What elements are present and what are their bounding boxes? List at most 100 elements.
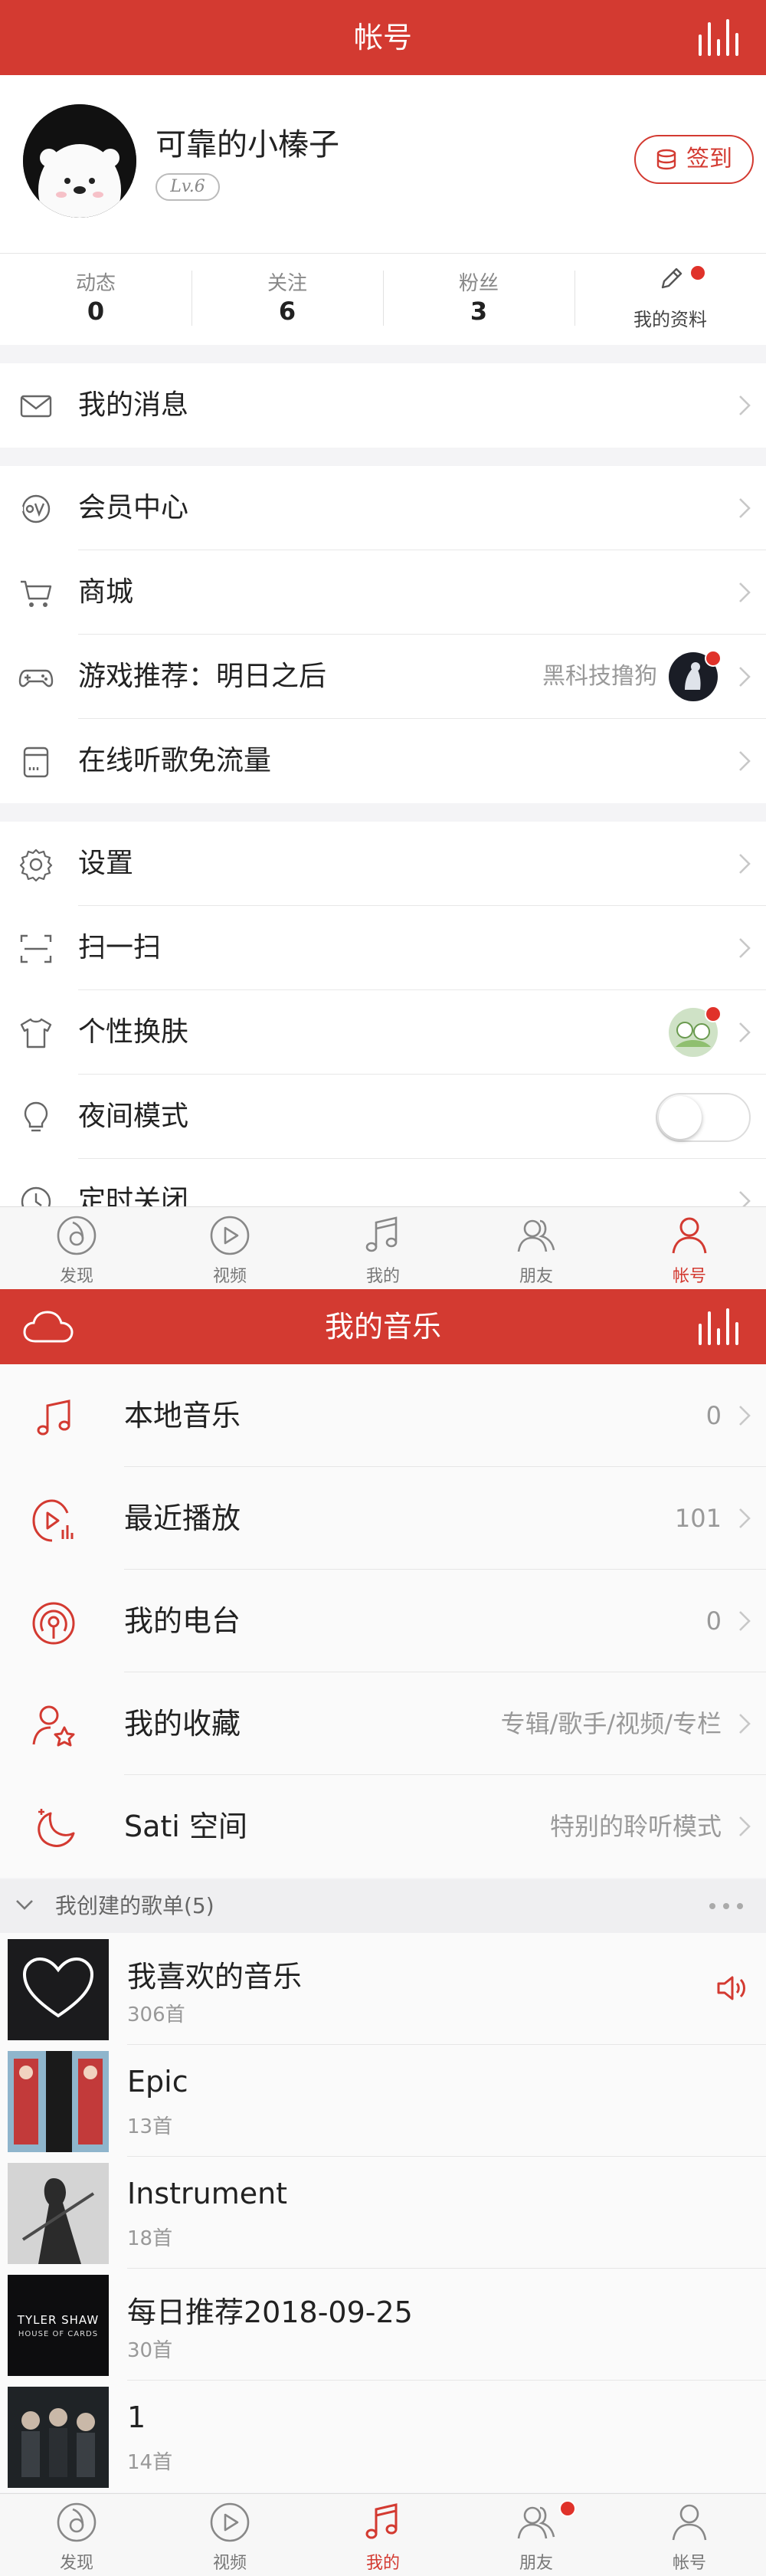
tab-discover[interactable]: 发现 [0, 2494, 153, 2576]
cover-text: TYLER SHAW [17, 2313, 100, 2327]
signin-button[interactable]: 签到 [634, 135, 754, 184]
playlist-item[interactable]: Instrument 18首 [0, 2157, 766, 2269]
stat-my-profile[interactable]: 我的资料 [574, 254, 766, 346]
chevron-right-icon [739, 1406, 751, 1426]
playlist-item[interactable]: 1 14首 [0, 2381, 766, 2492]
menu-item-settings[interactable]: 设置 [0, 822, 766, 906]
stat-followers[interactable]: 粉丝 3 [383, 254, 574, 346]
radio-icon [32, 1602, 75, 1645]
playlist-name: Instrument [127, 2177, 288, 2210]
playlist-item[interactable]: Epic 13首 [0, 2045, 766, 2157]
tshirt-icon [20, 1018, 52, 1048]
playing-bars-icon[interactable] [697, 1308, 743, 1345]
tab-account[interactable]: 帐号 [613, 1207, 766, 1289]
menu-item-label: 个性换肤 [78, 1016, 189, 1048]
playlist-count: 13首 [127, 2115, 173, 2138]
playlist-count: 306首 [127, 2003, 185, 2026]
tab-mine[interactable]: 我的 [306, 2494, 460, 2576]
playlist-list: 我喜欢的音乐 306首 Epic 13首 Instrument 18首 TYLE… [0, 1933, 766, 2492]
music-item-label: 我的电台 [124, 1604, 241, 1638]
page-title: 我的音乐 [324, 1310, 441, 1344]
my-music-header: 我的音乐 [0, 1289, 766, 1364]
menu-item-free-data[interactable]: 在线听歌免流量 [0, 719, 766, 803]
avatar[interactable] [23, 104, 136, 218]
discover-icon [57, 1216, 97, 1255]
playing-bars-icon[interactable] [697, 19, 743, 56]
tab-discover[interactable]: 发现 [0, 1207, 153, 1289]
bottom-tab-bar: 发现 视频 我的 朋友 帐号 [0, 2493, 766, 2576]
tab-video[interactable]: 视频 [153, 1207, 306, 1289]
playlist-name: Epic [127, 2065, 188, 2099]
chevron-right-icon [739, 854, 751, 874]
menu-group-services: 会员中心 商城 游戏推荐：明日之后 黑科技撸狗 在线听歌免流量 [0, 466, 766, 803]
playlist-item[interactable]: 我喜欢的音乐 306首 [0, 1933, 766, 2045]
menu-item-vip-center[interactable]: 会员中心 [0, 466, 766, 550]
section-title: 我创建的歌单(5) [55, 1893, 214, 1918]
gamepad-icon [18, 669, 54, 687]
music-item-favorites[interactable]: 我的收藏 专辑/歌手/视频/专栏 [0, 1672, 766, 1775]
playlist-count: 14首 [127, 2451, 173, 2474]
chevron-right-icon [739, 1714, 751, 1734]
music-item-subtext: 专辑/歌手/视频/专栏 [500, 1709, 722, 1738]
music-item-local[interactable]: 本地音乐 0 [0, 1364, 766, 1467]
level-badge: Lv.6 [155, 173, 220, 201]
gear-icon [19, 848, 53, 882]
scan-icon [20, 934, 52, 963]
tab-friends[interactable]: 朋友 [460, 1207, 613, 1289]
menu-item-label: 在线听歌免流量 [78, 745, 272, 776]
more-dots-icon[interactable] [708, 1902, 745, 1910]
cover-subtext: HOUSE OF CARDS [18, 2330, 99, 2338]
playlist-cover: TYLER SHAW HOUSE OF CARDS [8, 2275, 109, 2376]
menu-item-store[interactable]: 商城 [0, 550, 766, 635]
tab-label: 朋友 [519, 2554, 553, 2573]
tab-label: 我的 [365, 2554, 400, 2573]
account-screen: 帐号 可靠的小榛子 Lv.6 签到 动态 0 关注 6 粉丝 3 我的资料 我的… [0, 0, 766, 1289]
tab-video[interactable]: 视频 [153, 2494, 306, 2576]
coin-stack-icon [656, 149, 676, 170]
menu-item-messages[interactable]: 我的消息 [0, 363, 766, 448]
menu-item-game-recommend[interactable]: 游戏推荐：明日之后 黑科技撸狗 [0, 635, 766, 719]
menu-item-label: 我的消息 [78, 389, 189, 421]
music-item-sati[interactable]: Sati 空间 特别的聆听模式 [0, 1775, 766, 1878]
notification-dot [705, 650, 722, 667]
music-item-count: 0 [705, 1401, 722, 1430]
video-icon [210, 1216, 250, 1255]
menu-item-sleep-timer[interactable]: 定时关闭 [0, 1159, 766, 1206]
tab-mine[interactable]: 我的 [306, 1207, 460, 1289]
menu-item-label: 商城 [78, 576, 134, 608]
tab-label: 发现 [59, 2554, 93, 2573]
pencil-icon [661, 267, 683, 289]
playlist-cover [8, 2051, 109, 2152]
tab-friends[interactable]: 朋友 [460, 2494, 613, 2576]
music-item-recent[interactable]: 最近播放 101 [0, 1467, 766, 1570]
profile-card[interactable]: 可靠的小榛子 Lv.6 签到 [0, 75, 766, 253]
music-item-count: 0 [705, 1606, 722, 1636]
my-music-screen: 我的音乐 本地音乐 0 最近播放 101 我的电台 0 我的收藏 专辑/歌手/视… [0, 1289, 766, 2576]
stat-value: 0 [87, 297, 105, 326]
account-header: 帐号 [0, 0, 766, 75]
music-item-label: 本地音乐 [124, 1399, 241, 1432]
tab-label: 发现 [59, 1267, 93, 1286]
menu-item-skin[interactable]: 个性换肤 [0, 990, 766, 1075]
night-mode-toggle[interactable] [656, 1093, 751, 1142]
chevron-right-icon [739, 498, 751, 518]
toggle-knob [659, 1096, 702, 1139]
bottom-tab-bar: 发现 视频 我的 朋友 帐号 [0, 1206, 766, 1289]
menu-item-label: 游戏推荐：明日之后 [78, 661, 327, 692]
stat-label: 关注 [267, 272, 307, 295]
menu-item-scan[interactable]: 扫一扫 [0, 906, 766, 990]
playlist-name: 每日推荐2018-09-25 [127, 2295, 413, 2329]
stat-value: 6 [278, 297, 296, 326]
chevron-right-icon [739, 1816, 751, 1836]
stat-posts[interactable]: 动态 0 [0, 254, 192, 346]
playlist-item[interactable]: TYLER SHAW HOUSE OF CARDS 每日推荐2018-09-25… [0, 2269, 766, 2381]
sim-card-icon [23, 747, 49, 778]
music-item-subtext: 特别的聆听模式 [549, 1812, 722, 1841]
menu-item-label: 会员中心 [78, 492, 189, 523]
music-item-radio[interactable]: 我的电台 0 [0, 1570, 766, 1672]
created-playlists-header[interactable]: 我创建的歌单(5) [0, 1879, 766, 1933]
chevron-right-icon [739, 1191, 751, 1206]
stat-following[interactable]: 关注 6 [192, 254, 383, 346]
tab-account[interactable]: 帐号 [613, 2494, 766, 2576]
stat-label: 我的资料 [633, 309, 707, 330]
